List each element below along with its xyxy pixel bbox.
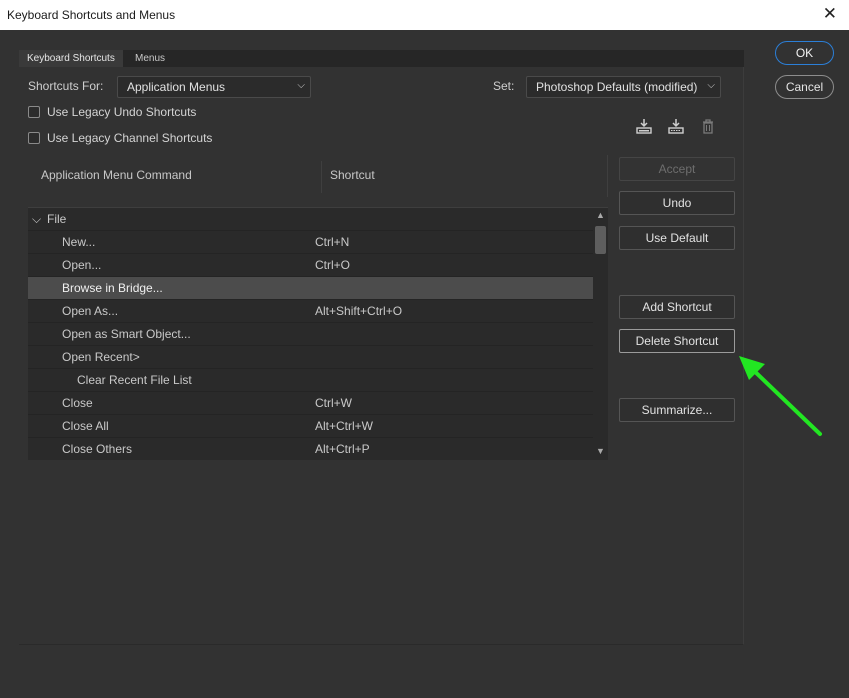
save-set-icon[interactable] (635, 117, 653, 135)
chevron-down-icon: ⌵ (707, 80, 715, 91)
table-row-selected[interactable]: Browse in Bridge... (28, 277, 593, 300)
legacy-undo-label: Use Legacy Undo Shortcuts (47, 105, 197, 119)
legacy-channel-checkbox[interactable]: Use Legacy Channel Shortcuts (28, 131, 212, 145)
tab-bar: Keyboard Shortcuts Menus (19, 50, 744, 67)
window-title: Keyboard Shortcuts and Menus (7, 8, 176, 22)
table-row[interactable]: Close Others Alt+Ctrl+P (28, 438, 593, 460)
table-row[interactable]: Open as Smart Object... (28, 323, 593, 346)
table-row[interactable]: Close Ctrl+W (28, 392, 593, 415)
table-header: Application Menu Command Shortcut (28, 155, 608, 197)
expand-chevron-icon[interactable]: ⌵ (32, 212, 41, 227)
set-label: Set: (493, 79, 515, 93)
table-row[interactable]: Close All Alt+Ctrl+W (28, 415, 593, 438)
delete-shortcut-button[interactable]: Delete Shortcut (619, 329, 735, 353)
row-command: Close Others (62, 442, 133, 456)
row-shortcut: Ctrl+O (315, 258, 351, 272)
chevron-up-icon[interactable]: ▲ (596, 210, 605, 220)
annotation-arrow-icon (739, 356, 822, 436)
shortcuts-for-value: Application Menus (127, 80, 226, 94)
table-row[interactable]: Clear Recent File List (28, 369, 593, 392)
command-column-header[interactable]: Application Menu Command (41, 168, 192, 182)
undo-button[interactable]: Undo (619, 191, 735, 215)
save-set-as-icon[interactable] (667, 117, 685, 135)
checkbox-box[interactable] (28, 132, 40, 144)
use-default-button[interactable]: Use Default (619, 226, 735, 250)
add-shortcut-button[interactable]: Add Shortcut (619, 295, 735, 319)
row-command: Clear Recent File List (77, 373, 192, 387)
legacy-channel-label: Use Legacy Channel Shortcuts (47, 131, 213, 145)
chevron-down-icon: ⌵ (297, 80, 305, 91)
table-row[interactable]: New... Ctrl+N (28, 231, 593, 254)
shortcuts-for-label: Shortcuts For: (28, 79, 104, 93)
row-command: Open As... (62, 304, 119, 318)
delete-set-icon[interactable] (699, 117, 717, 135)
summarize-button[interactable]: Summarize... (619, 398, 735, 422)
table-row[interactable]: Open As... Alt+Shift+Ctrl+O (28, 300, 593, 323)
close-icon[interactable]: ✕ (823, 4, 837, 24)
row-command: Close All (62, 419, 109, 433)
table-row[interactable]: ⌵ File (28, 208, 593, 231)
row-command: Browse in Bridge... (62, 281, 163, 295)
tab-keyboard-shortcuts[interactable]: Keyboard Shortcuts (19, 50, 123, 67)
row-shortcut: Ctrl+W (315, 396, 352, 410)
chevron-down-icon[interactable]: ▼ (596, 446, 605, 456)
row-command: Open Recent> (62, 350, 140, 364)
column-divider (607, 155, 608, 197)
scrollbar-thumb[interactable] (595, 226, 606, 254)
accept-button[interactable]: Accept (619, 157, 735, 181)
cancel-button[interactable]: Cancel (775, 75, 834, 99)
row-command: New... (62, 235, 96, 249)
shortcuts-for-select[interactable]: Application Menus ⌵ (117, 76, 311, 98)
row-shortcut: Ctrl+N (315, 235, 350, 249)
row-shortcut: Alt+Ctrl+W (315, 419, 374, 433)
shortcut-column-header[interactable]: Shortcut (330, 168, 375, 182)
row-shortcut: Alt+Shift+Ctrl+O (315, 304, 403, 318)
list-scrollbar[interactable]: ▲ ▼ (593, 208, 608, 460)
column-divider[interactable] (321, 161, 322, 193)
set-value: Photoshop Defaults (modified) (536, 80, 698, 94)
row-command: Open... (62, 258, 102, 272)
row-command: Open as Smart Object... (62, 327, 191, 341)
row-command: File (47, 212, 67, 226)
ok-button[interactable]: OK (775, 41, 834, 65)
table-row[interactable]: Open Recent> (28, 346, 593, 369)
commands-list[interactable]: ⌵ File New... Ctrl+N Open... Ctrl+O Brow… (28, 207, 608, 460)
row-shortcut: Alt+Ctrl+P (315, 442, 370, 456)
checkbox-box[interactable] (28, 106, 40, 118)
row-command: Close (62, 396, 93, 410)
table-row[interactable]: Open... Ctrl+O (28, 254, 593, 277)
tab-menus[interactable]: Menus (127, 50, 173, 67)
legacy-undo-checkbox[interactable]: Use Legacy Undo Shortcuts (28, 105, 196, 119)
set-select[interactable]: Photoshop Defaults (modified) ⌵ (526, 76, 721, 98)
title-bar: Keyboard Shortcuts and Menus ✕ (0, 0, 849, 30)
